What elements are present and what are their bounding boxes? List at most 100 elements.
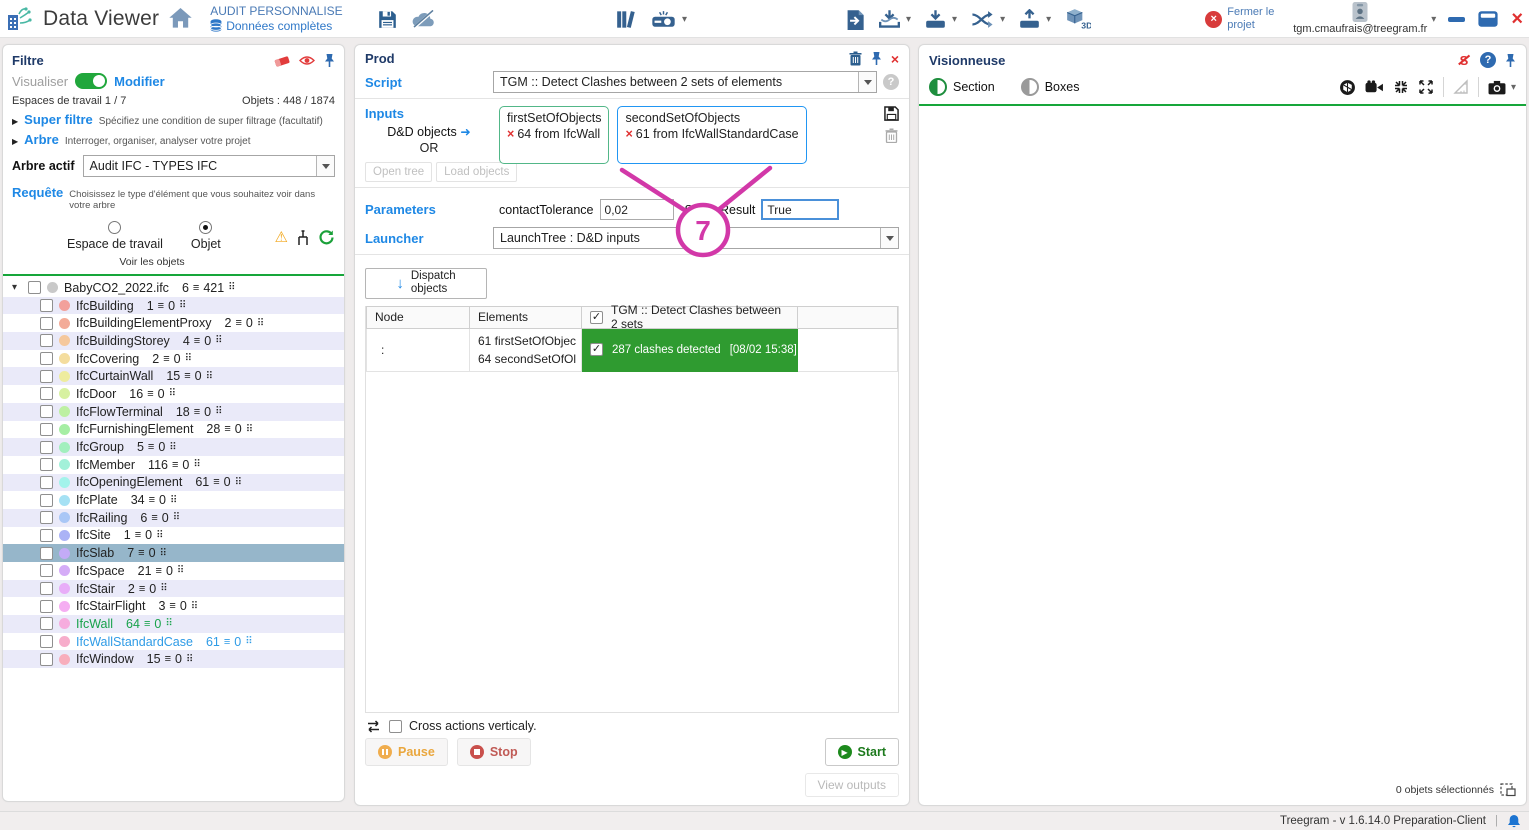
- user-account[interactable]: tgm.cmaufrais@treegram.fr: [1293, 2, 1427, 35]
- camera-path-icon[interactable]: [1365, 80, 1384, 95]
- second-input-chip[interactable]: secondSetOfObjects ×61 from IfcWallStand…: [617, 106, 806, 164]
- tree-item-IfcSite[interactable]: IfcSite1≡0⠿: [3, 527, 344, 545]
- pin-icon[interactable]: [1505, 53, 1516, 68]
- remove-icon[interactable]: ×: [507, 127, 514, 141]
- eraser-icon[interactable]: [274, 54, 290, 67]
- help-icon[interactable]: ?: [883, 74, 899, 90]
- zoom-fit-icon[interactable]: [1393, 79, 1409, 95]
- tree-item-IfcCurtainWall[interactable]: IfcCurtainWall15≡0⠿: [3, 367, 344, 385]
- tree-item-checkbox[interactable]: [40, 405, 53, 418]
- close-panel-icon[interactable]: ×: [891, 51, 899, 67]
- radio-workspace[interactable]: Espace de travail: [67, 221, 163, 251]
- tree-item-IfcSpace[interactable]: IfcSpace21≡0⠿: [3, 562, 344, 580]
- orbit-view-icon[interactable]: [1339, 79, 1356, 96]
- tree-item-IfcBuilding[interactable]: IfcBuilding1≡0⠿: [3, 297, 344, 315]
- eye-icon[interactable]: [299, 55, 315, 66]
- super-filter-label[interactable]: Super filtre: [24, 112, 93, 127]
- refresh-icon[interactable]: [318, 229, 335, 246]
- mode-toggle[interactable]: [75, 73, 107, 89]
- arbre-actif-select[interactable]: Audit IFC - TYPES IFC: [83, 155, 335, 177]
- tree-item-checkbox[interactable]: [40, 511, 53, 524]
- tree-item-checkbox[interactable]: [40, 352, 53, 365]
- maximize-button[interactable]: [1477, 10, 1499, 28]
- tree-item-IfcCovering[interactable]: IfcCovering2≡0⠿: [3, 350, 344, 368]
- tree-item-IfcFurnishingElement[interactable]: IfcFurnishingElement28≡0⠿: [3, 421, 344, 439]
- chevron-down-icon[interactable]: [316, 156, 334, 176]
- shuffle-caret-icon[interactable]: ▾: [1000, 14, 1005, 25]
- save-icon[interactable]: [378, 10, 397, 29]
- hierarchy-icon[interactable]: [295, 230, 311, 246]
- table-row[interactable]: : 61 firstSetOfObjec64 secondSetOfOl ✓ 2…: [366, 329, 898, 372]
- user-caret-icon[interactable]: ▾: [1431, 14, 1436, 25]
- view-3d-icon[interactable]: 3D: [1065, 8, 1091, 30]
- radio-workspace-circle[interactable]: [108, 221, 121, 234]
- tree-item-IfcWallStandardCase[interactable]: IfcWallStandardCase61≡0⠿: [3, 633, 344, 651]
- tree-item-checkbox[interactable]: [40, 317, 53, 330]
- tree-item-IfcDoor[interactable]: IfcDoor16≡0⠿: [3, 385, 344, 403]
- tree-item-checkbox[interactable]: [40, 370, 53, 383]
- viewer-canvas[interactable]: [929, 106, 1516, 782]
- import-objects-icon[interactable]: [879, 9, 900, 29]
- minimize-button[interactable]: [1448, 17, 1465, 22]
- tree-item-checkbox[interactable]: [40, 635, 53, 648]
- tree-item-IfcOpeningElement[interactable]: IfcOpeningElement61≡0⠿: [3, 474, 344, 492]
- script-select[interactable]: TGM :: Detect Clashes between 2 sets of …: [493, 71, 877, 93]
- swap-arrows-icon[interactable]: [365, 720, 382, 733]
- pause-button[interactable]: Pause: [365, 738, 448, 766]
- import-file-icon[interactable]: [845, 9, 865, 30]
- dispatch-objects-button[interactable]: ↓ Dispatchobjects: [365, 268, 487, 298]
- tree-item-checkbox[interactable]: [40, 476, 53, 489]
- tree-item-IfcMember[interactable]: IfcMember116≡0⠿: [3, 456, 344, 474]
- tree-item-checkbox[interactable]: [28, 281, 41, 294]
- close-project-icon[interactable]: ×: [1205, 11, 1222, 28]
- tree-item-IfcStairFlight[interactable]: IfcStairFlight3≡0⠿: [3, 597, 344, 615]
- remove-icon[interactable]: ×: [625, 127, 632, 141]
- tree-item-checkbox[interactable]: [40, 458, 53, 471]
- screenshot-caret-icon[interactable]: ▾: [1511, 82, 1516, 93]
- download-caret-icon[interactable]: ▾: [952, 14, 957, 25]
- section-toggle[interactable]: [929, 78, 947, 96]
- tree-item-IfcStair[interactable]: IfcStair2≡0⠿: [3, 580, 344, 598]
- measure-icon[interactable]: [1453, 79, 1469, 95]
- pin-icon[interactable]: [871, 51, 882, 66]
- tree-item-checkbox[interactable]: [40, 617, 53, 630]
- voir-les-objets-label[interactable]: Voir les objets: [12, 256, 292, 268]
- cell-result[interactable]: ✓ 287 clashes detected[08/02 15:38]: [582, 329, 798, 372]
- tree-item-IfcFlowTerminal[interactable]: IfcFlowTerminal18≡0⠿: [3, 403, 344, 421]
- view-outputs-button[interactable]: View outputs: [805, 773, 900, 797]
- chevron-down-icon[interactable]: [858, 72, 876, 92]
- first-input-chip[interactable]: firstSetOfObjects ×64 from IfcWall: [499, 106, 609, 164]
- trash-icon[interactable]: [849, 51, 862, 66]
- tree-item-checkbox[interactable]: [40, 582, 53, 595]
- tree-item-checkbox[interactable]: [40, 299, 53, 312]
- tree-item-checkbox[interactable]: [40, 387, 53, 400]
- tree-item-IfcBuildingElementProxy[interactable]: IfcBuildingElementProxy2≡0⠿: [3, 314, 344, 332]
- fullscreen-icon[interactable]: [1418, 79, 1434, 95]
- tree-item-IfcBuildingStorey[interactable]: IfcBuildingStorey4≡0⠿: [3, 332, 344, 350]
- chevron-down-icon[interactable]: [880, 228, 898, 248]
- expand-caret-icon[interactable]: ▶: [12, 137, 18, 146]
- start-button[interactable]: ▶ Start: [825, 738, 899, 766]
- tree-item-checkbox[interactable]: [40, 600, 53, 613]
- param2-input[interactable]: [761, 199, 839, 220]
- tree-item-checkbox[interactable]: [40, 441, 53, 454]
- tree-item-IfcSlab[interactable]: IfcSlab7≡0⠿: [3, 544, 344, 562]
- boxes-toggle[interactable]: [1021, 78, 1039, 96]
- expand-caret-icon[interactable]: ▶: [12, 117, 18, 126]
- upload-icon[interactable]: [1019, 9, 1040, 29]
- tree-item-IfcWindow[interactable]: IfcWindow15≡0⠿: [3, 650, 344, 668]
- delete-inputs-icon[interactable]: [885, 128, 898, 143]
- projector-caret-icon[interactable]: ▾: [682, 14, 687, 25]
- stop-button[interactable]: Stop: [457, 738, 531, 766]
- param1-input[interactable]: [600, 199, 674, 220]
- tree-item-checkbox[interactable]: [40, 653, 53, 666]
- notifications-bell-icon[interactable]: [1507, 814, 1521, 829]
- workspace-subtitle[interactable]: Données complètes: [226, 19, 332, 33]
- cross-actions-checkbox[interactable]: [389, 720, 402, 733]
- upload-caret-icon[interactable]: ▾: [1046, 14, 1051, 25]
- tree-item-checkbox[interactable]: [40, 494, 53, 507]
- radio-object-circle[interactable]: [199, 221, 212, 234]
- tree-item-IfcGroup[interactable]: IfcGroup5≡0⠿: [3, 438, 344, 456]
- tree-item-checkbox[interactable]: [40, 564, 53, 577]
- help-icon[interactable]: ?: [1480, 52, 1496, 68]
